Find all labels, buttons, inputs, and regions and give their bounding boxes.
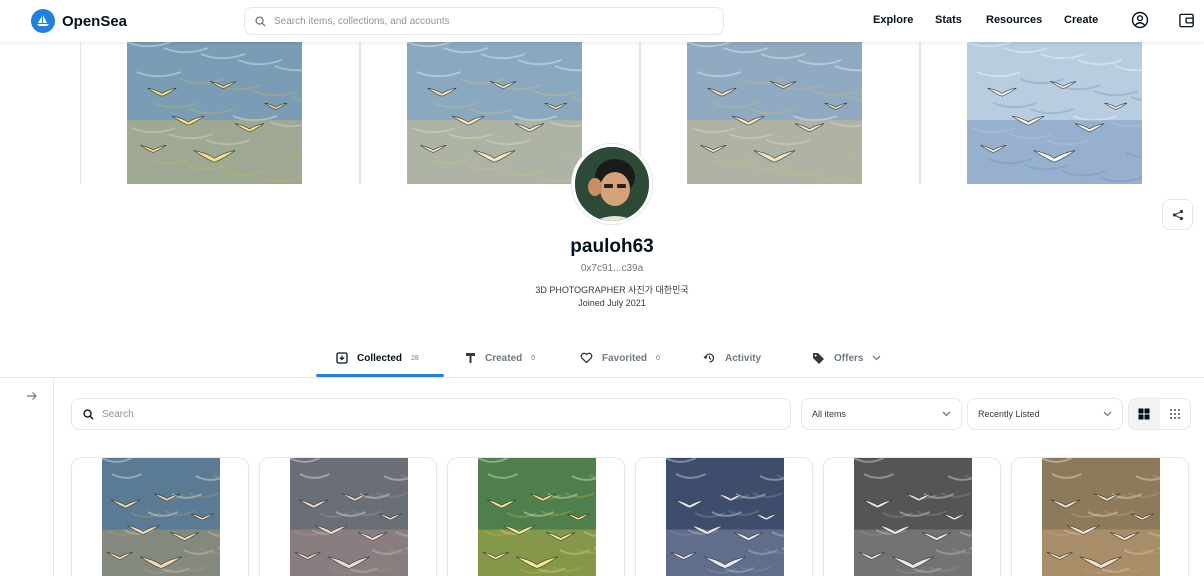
nft-artwork [1042,458,1160,576]
profile-bio: 3D PHOTOGRAPHER 사진가 대한민국 [535,285,689,295]
nft-artwork [478,458,596,576]
nft-card[interactable] [259,457,437,576]
tab-offers[interactable]: Offers [812,348,881,368]
sort-value: Recently Listed [978,409,1040,419]
banner-artwork [407,42,582,184]
avatar-photo [575,147,649,221]
items-search-bar[interactable] [71,398,791,430]
profile-username: pauloh63 [570,236,654,257]
logo-text: OpenSea [62,12,128,30]
brush-icon [466,353,475,363]
wallet-icon[interactable] [1177,11,1195,29]
opensea-logo[interactable]: OpenSea [31,9,127,33]
nav-resources[interactable]: Resources [986,14,1042,26]
profile-joined-date: Joined July 2021 [578,298,646,308]
search-icon [83,408,94,420]
nft-artwork [102,458,220,576]
tab-collected-count: 28 [411,354,419,362]
tab-favorited-label: Favorited [602,352,648,364]
nft-card[interactable] [447,457,625,576]
chevron-down-icon [942,411,951,417]
grid-size-toggle [1128,398,1191,430]
share-icon [1172,209,1183,220]
nav-explore[interactable]: Explore [873,14,913,26]
nft-artwork [854,458,972,576]
expand-filters-button[interactable] [26,390,38,404]
global-search-input[interactable] [274,15,696,27]
small-grid-button[interactable] [1160,399,1191,429]
tab-activity[interactable]: Activity [703,348,761,368]
nft-card[interactable] [1011,457,1189,576]
tab-activity-label: Activity [725,352,762,364]
nft-card[interactable] [71,457,249,576]
banner-tile [80,42,360,184]
sort-select[interactable]: Recently Listed [967,398,1123,430]
nft-artwork [666,458,784,576]
items-filter-select[interactable]: All items [801,398,962,430]
banner-artwork [687,42,862,184]
nav-stats[interactable]: Stats [935,14,962,26]
wallet-address[interactable]: 0x7c91...c39a [0,263,1204,274]
opensea-boat-icon [31,9,55,33]
search-icon [255,15,266,27]
profile-tabs: Collected 28 Created 0 Favorited 0 Activ… [0,340,1204,378]
chevron-down-icon [1103,411,1112,417]
large-grid-button[interactable] [1129,399,1160,429]
banner-artwork [127,42,302,184]
collected-icon [336,352,348,364]
tab-favorited[interactable]: Favorited 0 [580,348,660,368]
nft-artwork [290,458,408,576]
share-button[interactable] [1162,199,1193,230]
heart-icon [580,352,593,364]
small-grid-icon [1169,409,1180,419]
tab-collected[interactable]: Collected 28 [336,348,419,368]
items-filter-value: All items [812,409,847,419]
items-search-input[interactable] [102,408,739,420]
tab-created-label: Created [485,352,523,364]
nft-card[interactable] [823,457,1001,576]
tab-favorited-count: 0 [656,354,660,362]
banner-tile [920,42,1178,184]
filter-sidebar-collapsed [0,378,54,576]
active-tab-indicator [316,374,444,377]
banner-tile [640,42,920,184]
tab-collected-label: Collected [357,352,403,364]
tag-icon [813,353,824,364]
history-icon [703,353,715,363]
account-icon[interactable] [1131,11,1149,29]
banner-artwork [967,42,1142,184]
large-grid-icon [1138,408,1150,420]
global-search-bar[interactable] [244,7,724,35]
nft-card[interactable] [635,457,813,576]
profile-avatar [572,144,652,224]
tab-created[interactable]: Created 0 [465,348,535,368]
arrow-right-icon [27,392,37,400]
top-navigation-bar: OpenSea Explore Stats Resources Create [0,0,1204,42]
tab-offers-label: Offers [834,352,864,364]
chevron-down-icon [872,355,881,361]
nav-create[interactable]: Create [1064,14,1098,26]
tab-created-count: 0 [531,354,536,362]
